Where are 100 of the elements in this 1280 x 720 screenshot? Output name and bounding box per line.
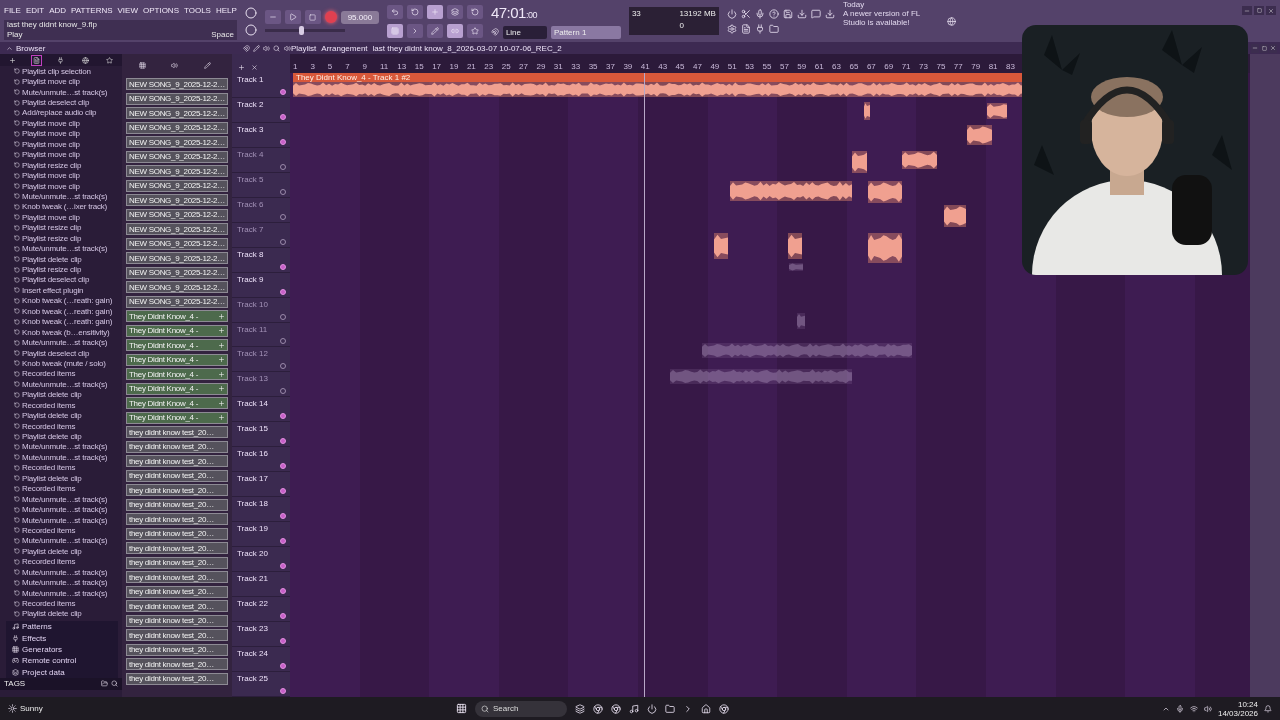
clip-source[interactable]: NEW SONG_9_2025-12-2… (126, 223, 228, 236)
clip-source[interactable]: they didnt know test_20… (126, 643, 228, 656)
history-item[interactable]: Mute/unmute…st track(s) (22, 515, 108, 525)
menu-item[interactable]: OPTIONS (142, 5, 179, 15)
clip-source[interactable]: NEW SONG_9_2025-12-2… (126, 237, 228, 250)
history-item[interactable]: Playlist move clip (22, 181, 80, 191)
clip-source[interactable]: NEW SONG_9_2025-12-2… (126, 281, 228, 294)
clip-source[interactable]: They Didnt Know_4 - (126, 339, 228, 352)
tempo-field[interactable]: 95.000 (340, 10, 379, 24)
browser-folder[interactable]: Project data (22, 667, 65, 677)
history-item[interactable]: Playlist delete clip (22, 411, 82, 421)
clip-source[interactable]: NEW SONG_9_2025-12-2… (126, 92, 228, 105)
history-item[interactable]: Recorded items (22, 369, 76, 379)
clip-source[interactable]: NEW SONG_9_2025-12-2… (126, 208, 228, 221)
menu-item[interactable]: PATTERNS (71, 5, 113, 15)
history-item[interactable]: Playlist move clip (22, 150, 80, 160)
clip-source[interactable]: NEW SONG_9_2025-12-2… (126, 266, 228, 279)
clip-source[interactable]: they didnt know test_20… (126, 469, 228, 482)
menu-item[interactable]: EDIT (25, 5, 45, 15)
search-field[interactable]: Search (475, 700, 567, 717)
clip-source[interactable]: they didnt know test_20… (126, 498, 228, 511)
clip-source[interactable]: NEW SONG_9_2025-12-2… (126, 150, 228, 163)
menu-item[interactable]: VIEW (117, 5, 138, 15)
history-item[interactable]: Playlist move clip (22, 118, 80, 128)
history-item[interactable]: Recorded items (22, 599, 76, 609)
history-item[interactable]: Knob tweak (…reath: gain) (22, 306, 113, 316)
history-item[interactable]: Playlist move clip (22, 77, 80, 87)
history-item[interactable]: Playlist move clip (22, 139, 80, 149)
clip-source[interactable]: They Didnt Know_4 - (126, 310, 228, 323)
history-item[interactable]: Playlist resize clip (22, 160, 82, 170)
clip-source[interactable]: NEW SONG_9_2025-12-2… (126, 165, 228, 178)
clip-source[interactable]: they didnt know test_20… (126, 513, 228, 526)
history-item[interactable]: Mute/unmute…st track(s) (22, 191, 108, 201)
history-item[interactable]: Mute/unmute…st track(s) (22, 379, 108, 389)
history-item[interactable]: Mute/unmute…st track(s) (22, 244, 108, 254)
history-item[interactable]: Playlist resize clip (22, 223, 82, 233)
history-item[interactable]: Knob tweak (…reath: gain) (22, 296, 113, 306)
history-item[interactable]: Knob tweak (mute / solo) (22, 358, 106, 368)
clip-source[interactable]: they didnt know test_20… (126, 658, 228, 671)
clip-source[interactable]: they didnt know test_20… (126, 455, 228, 468)
clip-source[interactable]: they didnt know test_20… (126, 527, 228, 540)
pattern-field[interactable]: Pattern 1 (550, 25, 621, 39)
history-item[interactable]: Mute/unmute…st track(s) (22, 452, 108, 462)
history-item[interactable]: Playlist deselect clip (22, 275, 90, 285)
history-item[interactable]: Mute/unmute…st track(s) (22, 567, 108, 577)
history-item[interactable]: Recorded items (22, 400, 76, 410)
history-item[interactable]: Playlist delete clip (22, 546, 82, 556)
menu-item[interactable]: HELP (215, 5, 237, 15)
history-item[interactable]: Knob tweak (b…ensitivity) (22, 327, 110, 337)
browser-folder[interactable]: Remote control (22, 656, 77, 666)
clip-source[interactable]: They Didnt Know_4 - (126, 368, 228, 381)
history-item[interactable]: Add/replace audio clip (22, 108, 97, 118)
history-item[interactable]: Mute/unmute…st track(s) (22, 588, 108, 598)
history-item[interactable]: Mute/unmute…st track(s) (22, 578, 108, 588)
clip-source[interactable]: NEW SONG_9_2025-12-2… (126, 252, 228, 265)
history-item[interactable]: Mute/unmute…st track(s) (22, 494, 108, 504)
clip-source[interactable]: they didnt know test_20… (126, 600, 228, 613)
snap-field[interactable]: Line (502, 25, 547, 39)
history-item[interactable]: Mute/unmute…st track(s) (22, 87, 108, 97)
history-item[interactable]: Playlist move clip (22, 129, 80, 139)
history-item[interactable]: Playlist delete clip (22, 390, 82, 400)
clip-source[interactable]: they didnt know test_20… (126, 484, 228, 497)
history-item[interactable]: Playlist delete clip (22, 473, 82, 483)
menu-item[interactable]: TOOLS (184, 5, 211, 15)
history-item[interactable]: Recorded items (22, 421, 76, 431)
breadcrumb-item[interactable]: Arrangement (321, 43, 368, 53)
clip-source[interactable]: they didnt know test_20… (126, 672, 228, 685)
clip-source[interactable]: they didnt know test_20… (126, 556, 228, 569)
history-item[interactable]: Mute/unmute…st track(s) (22, 442, 108, 452)
history-item[interactable]: Mute/unmute…st track(s) (22, 338, 108, 348)
history-item[interactable]: Recorded items (22, 557, 76, 567)
clip-source[interactable]: They Didnt Know_4 - (126, 397, 228, 410)
breadcrumb-item[interactable]: Playlist (291, 43, 317, 53)
clip-source[interactable]: they didnt know test_20… (126, 440, 228, 453)
clip-source[interactable]: NEW SONG_9_2025-12-2… (126, 136, 228, 149)
clip-source[interactable]: they didnt know test_20… (126, 542, 228, 555)
browser-folder[interactable]: Patterns (22, 622, 52, 632)
history-item[interactable]: Knob tweak (…ixer track) (22, 202, 107, 212)
menu-item[interactable]: FILE (4, 5, 21, 15)
history-item[interactable]: Knob tweak (…reath: gain) (22, 317, 113, 327)
tags-label[interactable]: TAGS (4, 679, 26, 689)
history-item[interactable]: Insert effect plugin (22, 285, 84, 295)
clip-source[interactable]: NEW SONG_9_2025-12-2… (126, 78, 228, 91)
history-item[interactable]: Playlist move clip (22, 171, 80, 181)
clip-source[interactable]: They Didnt Know_4 - (126, 382, 228, 395)
history-item[interactable]: Playlist delete clip (22, 609, 82, 619)
browser-folder[interactable]: Generators (22, 644, 63, 654)
menu-item[interactable]: ADD (49, 5, 67, 15)
clip-source[interactable]: they didnt know test_20… (126, 571, 228, 584)
history-item[interactable]: Playlist clip selection (22, 66, 91, 76)
browser-folder[interactable]: Effects (22, 633, 47, 643)
clip-source[interactable]: They Didnt Know_4 - (126, 411, 228, 424)
history-item[interactable]: Recorded items (22, 484, 76, 494)
clip-source[interactable]: NEW SONG_9_2025-12-2… (126, 121, 228, 134)
history-item[interactable]: Recorded items (22, 525, 76, 535)
history-item[interactable]: Playlist deselect clip (22, 98, 90, 108)
clip-source[interactable]: they didnt know test_20… (126, 614, 228, 627)
clip-source[interactable]: NEW SONG_9_2025-12-2… (126, 194, 228, 207)
clip-source[interactable]: NEW SONG_9_2025-12-2… (126, 295, 228, 308)
clip-source[interactable]: NEW SONG_9_2025-12-2… (126, 107, 228, 120)
